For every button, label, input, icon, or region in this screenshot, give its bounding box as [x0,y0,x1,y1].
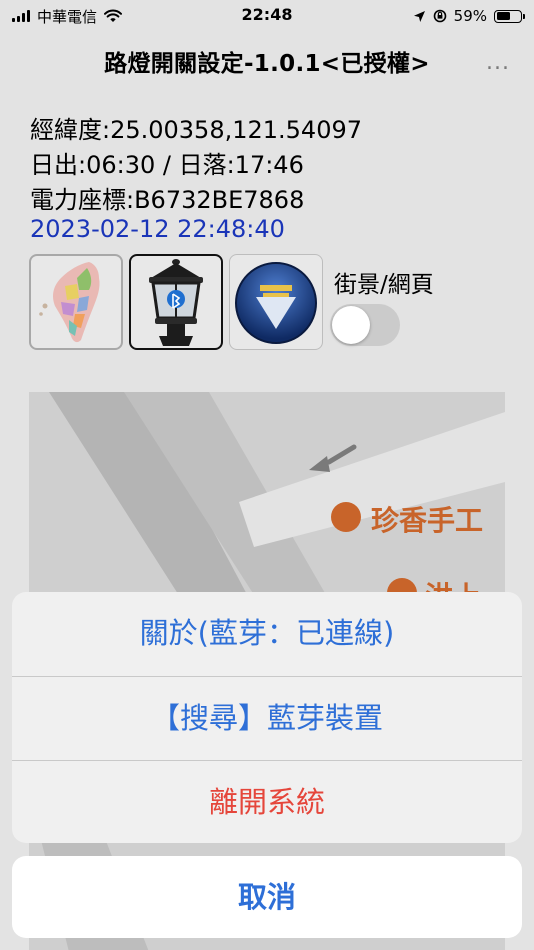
battery-percent: 59% [453,7,487,25]
orientation-lock-icon [433,9,446,23]
battery-icon [494,9,525,23]
action-sheet: 關於(藍芽：已連線) 【搜尋】藍芽裝置 離開系統 [12,592,522,843]
exit-system-option[interactable]: 離開系統 [12,761,522,843]
download-button[interactable] [229,254,323,350]
location-arrow-icon [413,10,425,22]
power-id-text: 電力座標:B6732BE7868 [30,186,305,214]
streetview-toggle[interactable] [330,304,400,346]
sun-times-text: 日出:06:30 / 日落:17:46 [30,151,304,179]
street-lamp-icon [149,259,203,346]
more-button[interactable]: ... [486,50,510,75]
datetime-text: 2023-02-12 22:48:40 [30,215,285,243]
cancel-button[interactable]: 取消 [12,856,522,938]
status-bar: 中華電信 22:48 59% [0,0,534,34]
download-arrow-icon [235,262,317,344]
search-bluetooth-option[interactable]: 【搜尋】藍芽裝置 [12,677,522,760]
taiwan-map-button[interactable] [29,254,123,350]
poi-label: 珍香手工 [371,504,484,537]
status-right: 59% [413,5,525,27]
about-bluetooth-option[interactable]: 關於(藍芽：已連線) [12,592,522,675]
taiwan-map-icon [39,262,100,343]
bluetooth-lamp-button[interactable] [129,254,223,350]
page-title: 路燈開關設定-1.0.1<已授權> [104,51,430,77]
streetview-label: 街景/網頁 [334,272,434,298]
bakery-poi-icon [331,502,361,532]
toggle-knob [332,306,370,344]
battery-fill [496,12,510,20]
coordinates-text: 經緯度:25.00358,121.54097 [30,116,363,144]
